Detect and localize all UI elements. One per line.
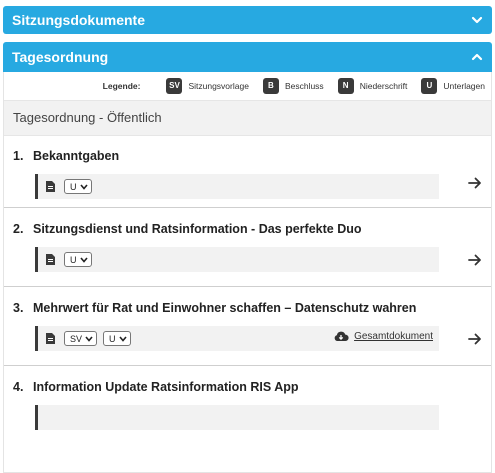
agenda-title: Mehrwert für Rat und Einwohner schaffen … [33,301,417,315]
legend-badge: SV [166,78,183,94]
document-type-select[interactable]: U [103,331,131,346]
legend-item: SV Sitzungsvorlage [166,78,249,94]
accordion-tagesordnung[interactable]: Tagesordnung [3,42,492,72]
cloud-download-icon [334,331,349,341]
document-box [35,405,439,430]
section-title: Tagesordnung - Öffentlich [4,100,491,136]
arrow-right-icon[interactable] [468,333,482,345]
agenda-title: Information Update Ratsinformation RIS A… [33,380,299,394]
agenda-item: 2. Sitzungsdienst und Ratsinformation - … [4,208,491,287]
agenda-title: Sitzungsdienst und Ratsinformation - Das… [33,222,362,236]
legend-item: N Niederschrift [337,78,408,94]
legend-label: Unterlagen [443,81,485,91]
accordion-sitzungsdokumente[interactable]: Sitzungsdokumente [3,6,492,34]
legend-label: Sitzungsvorlage [188,81,249,91]
legend-title: Legende: [102,81,141,91]
tagesordnung-panel: Legende: SV Sitzungsvorlage B Beschluss … [3,72,492,473]
page: Sitzungsdokumente Tagesordnung Legende: … [3,6,492,473]
chevron-up-icon[interactable] [471,51,483,63]
document-type-select[interactable]: SV [64,331,98,346]
agenda-item: 3. Mehrwert für Rat und Einwohner schaff… [4,287,491,366]
legend-item: B Beschluss [262,78,324,94]
chevron-down-icon[interactable] [471,14,483,26]
agenda-item: 4. Information Update Ratsinformation RI… [4,366,491,430]
legend-badge: N [337,78,354,94]
document-icon [46,254,55,265]
document-icon [46,333,55,344]
document-box: U [35,247,439,272]
legend-label: Niederschrift [359,81,408,91]
document-icon [46,181,55,192]
chevron-down-icon [118,335,127,342]
legend-badge: B [262,78,279,94]
document-box: SV U Gesamtdokument [35,326,439,351]
legend-badge: U [421,78,438,94]
chevron-down-icon [85,335,93,342]
agenda-number: 3. [13,301,24,315]
accordion-title: Sitzungsdokumente [12,12,146,28]
legend: Legende: SV Sitzungsvorlage B Beschluss … [4,72,491,100]
agenda-number: 1. [13,149,24,163]
arrow-right-icon[interactable] [468,177,482,189]
agenda-title: Bekanntgaben [33,149,120,163]
legend-label: Beschluss [284,81,324,91]
agenda-item: 1. Bekanntgaben U [4,136,491,208]
gesamtdokument-label: Gesamtdokument [354,330,433,342]
agenda-number: 2. [13,222,24,236]
legend-item: U Unterlagen [421,78,485,94]
agenda-number: 4. [13,380,24,394]
document-type-select[interactable]: U [64,252,92,267]
chevron-down-icon [79,183,88,190]
gesamtdokument-link[interactable]: Gesamtdokument [333,330,433,342]
document-box: U [35,174,439,199]
accordion-title: Tagesordnung [12,49,109,65]
arrow-right-icon[interactable] [468,254,482,266]
chevron-down-icon [79,256,88,263]
document-type-select[interactable]: U [64,179,92,194]
